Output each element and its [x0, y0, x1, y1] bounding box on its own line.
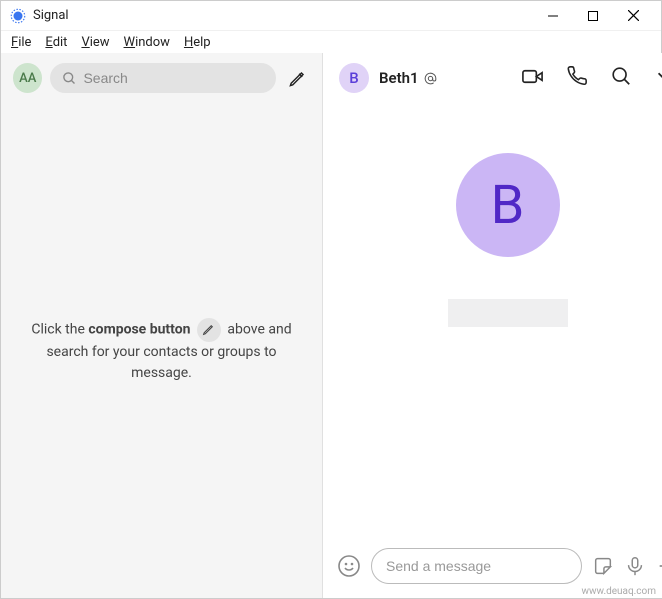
self-avatar[interactable]: AA	[13, 63, 42, 93]
conversation-pane: B Beth1 B	[323, 53, 662, 598]
contact-avatar-large: B	[456, 153, 560, 257]
menu-view[interactable]: View	[75, 33, 115, 52]
compose-hint-icon	[197, 318, 221, 342]
menu-file[interactable]: File	[5, 33, 37, 52]
menu-help[interactable]: Help	[178, 33, 217, 52]
contact-name: Beth1	[379, 69, 419, 87]
search-conversation-button[interactable]	[610, 65, 632, 91]
contact-name-wrap[interactable]: Beth1	[379, 69, 438, 87]
plus-icon	[656, 555, 662, 577]
attach-button[interactable]	[656, 555, 662, 577]
search-field[interactable]	[50, 63, 276, 93]
conversation-body: B	[323, 103, 662, 538]
watermark: www.deuaq.com	[582, 586, 657, 597]
message-input-wrap[interactable]	[371, 548, 582, 584]
contact-info-placeholder	[448, 299, 568, 327]
conversation-header: B Beth1	[323, 53, 662, 103]
search-icon	[62, 71, 77, 86]
close-button[interactable]	[613, 2, 653, 30]
signal-logo-icon	[9, 7, 27, 25]
phone-icon	[566, 65, 588, 87]
menu-window[interactable]: Window	[118, 33, 176, 52]
chevron-down-icon	[654, 65, 662, 87]
search-icon	[610, 65, 632, 87]
video-icon	[521, 65, 544, 88]
voice-message-button[interactable]	[624, 555, 646, 577]
maximize-button[interactable]	[573, 2, 613, 30]
sticker-icon	[592, 555, 614, 577]
left-sidebar: AA Click the compose button above and se…	[1, 53, 323, 598]
minimize-button[interactable]	[533, 2, 573, 30]
compose-button[interactable]	[284, 65, 310, 91]
sticker-button[interactable]	[592, 555, 614, 577]
contact-avatar-small[interactable]: B	[339, 63, 369, 93]
search-input[interactable]	[83, 70, 264, 86]
microphone-icon	[624, 555, 646, 577]
empty-state-hint: Click the compose button above and searc…	[1, 103, 322, 598]
smiley-icon	[337, 554, 361, 578]
title-bar: Signal	[1, 1, 661, 31]
menu-edit[interactable]: Edit	[39, 33, 73, 52]
window-title: Signal	[33, 8, 533, 23]
video-call-button[interactable]	[521, 65, 544, 92]
expand-button[interactable]	[654, 65, 662, 91]
at-icon	[423, 71, 438, 86]
voice-call-button[interactable]	[566, 65, 588, 91]
emoji-button[interactable]	[337, 554, 361, 578]
message-input[interactable]	[386, 558, 567, 574]
pencil-icon	[288, 69, 307, 88]
menu-bar: File Edit View Window Help	[1, 31, 661, 53]
